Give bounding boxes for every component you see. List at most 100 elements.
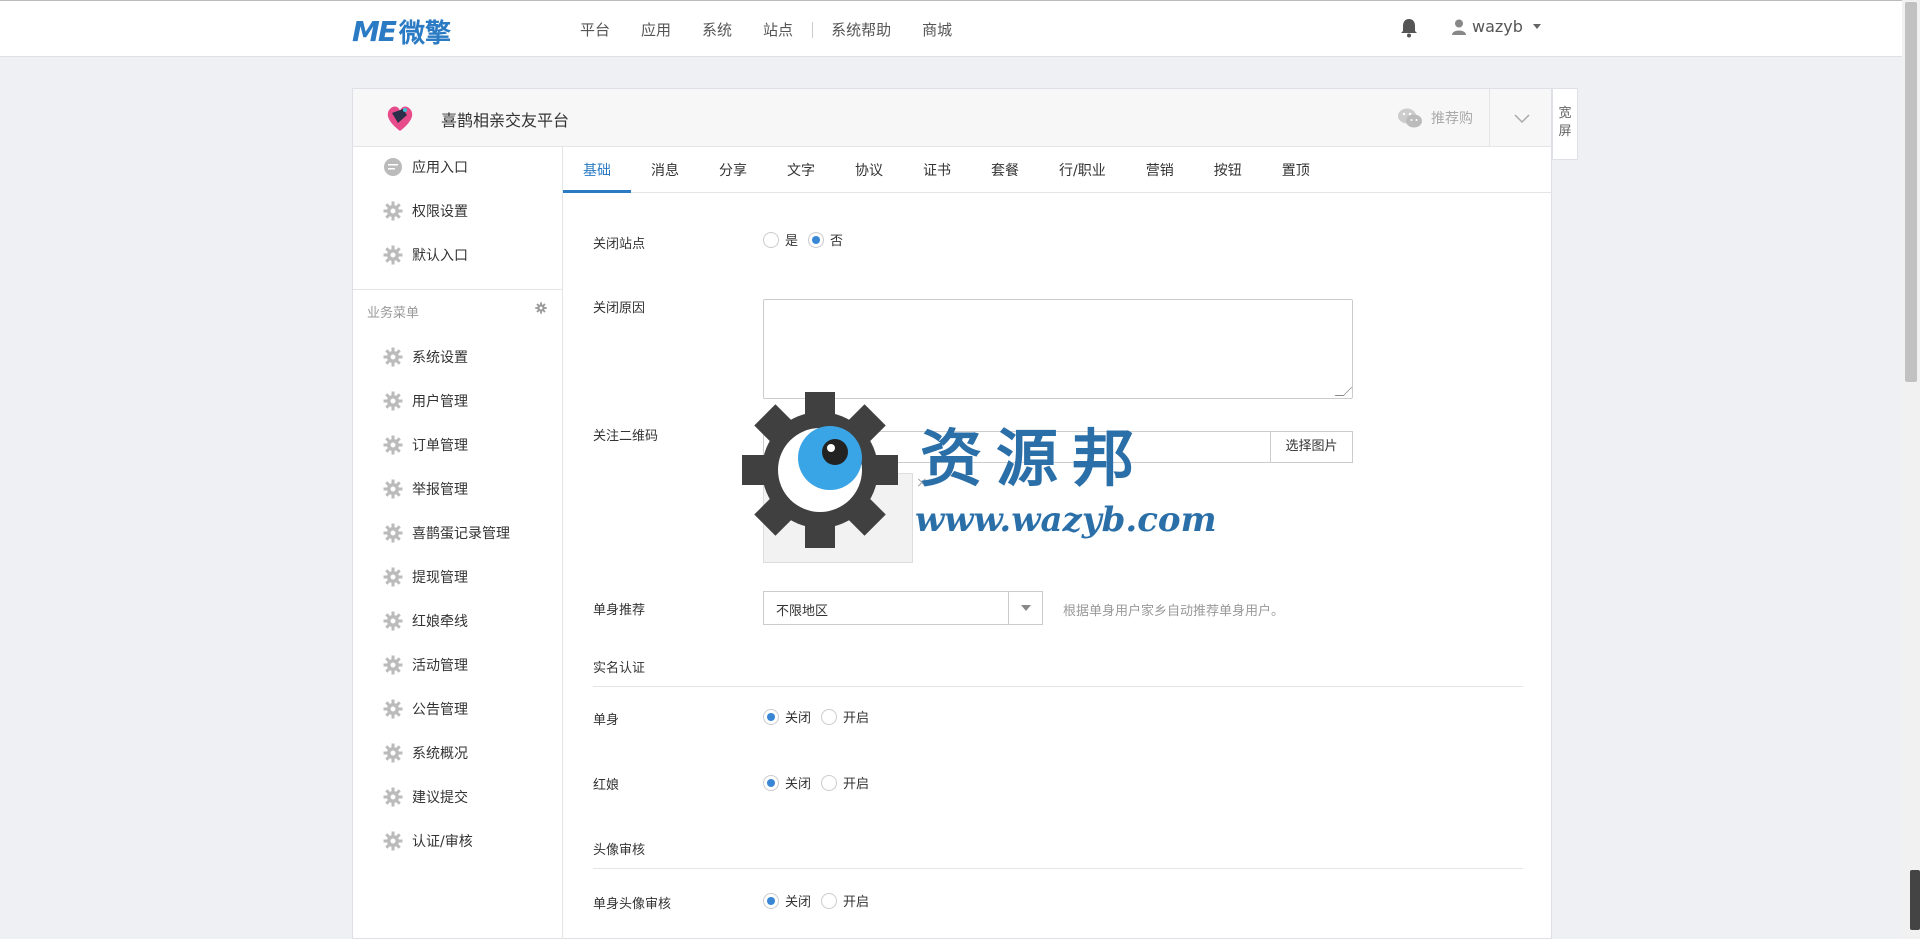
- sidebar-item-menu[interactable]: 公告管理: [383, 697, 468, 721]
- close-reason-textarea[interactable]: [763, 299, 1353, 399]
- sidebar-item-label: 系统概况: [412, 746, 468, 762]
- option-label: 是: [785, 234, 799, 249]
- sidebar-item-label: 建议提交: [412, 790, 468, 806]
- user-icon: [1452, 19, 1466, 35]
- single-avatar-radio-group: 关闭 开启: [763, 891, 879, 910]
- app-header: 喜鹊相亲交友平台 推荐购: [353, 89, 1551, 147]
- sidebar-item-label: 订单管理: [412, 438, 468, 454]
- option-label: 开启: [843, 777, 870, 792]
- settings-gear-icon[interactable]: [535, 302, 547, 314]
- nav-item-system[interactable]: 系统: [702, 19, 732, 40]
- nav-item-platform[interactable]: 平台: [580, 19, 610, 40]
- close-site-option-yes[interactable]: 是: [763, 230, 798, 249]
- single-option-on[interactable]: 开启: [821, 707, 869, 726]
- sidebar-item-default-entry[interactable]: 默认入口: [383, 243, 468, 267]
- gear-icon: [383, 611, 403, 631]
- sidebar-item-label: 认证/审核: [412, 834, 473, 850]
- sidebar-item-menu[interactable]: 提现管理: [383, 565, 468, 589]
- sidebar-item-menu[interactable]: 喜鹊蛋记录管理: [383, 521, 510, 545]
- tab-item[interactable]: 按钮: [1194, 147, 1262, 193]
- sidebar-item-label: 用户管理: [412, 394, 468, 410]
- tab-item[interactable]: 文字: [767, 147, 835, 193]
- close-site-option-no[interactable]: 否: [808, 230, 843, 249]
- tab-item[interactable]: 证书: [903, 147, 971, 193]
- sidebar-item-label: 系统设置: [412, 350, 468, 366]
- tab-item[interactable]: 套餐: [971, 147, 1039, 193]
- gear-icon: [383, 655, 403, 675]
- page-scrollbar[interactable]: [1902, 0, 1920, 939]
- sidebar-item-menu[interactable]: 红娘牵线: [383, 609, 468, 633]
- matchmaker-option-off[interactable]: 关闭: [763, 773, 811, 792]
- gear-icon: [383, 347, 403, 367]
- single-option-off[interactable]: 关闭: [763, 707, 811, 726]
- nav-item-apps[interactable]: 应用: [641, 19, 671, 40]
- nav-item-help[interactable]: 系统帮助: [831, 19, 891, 40]
- sidebar-item-label: 应用入口: [412, 160, 468, 176]
- recommend-button[interactable]: 推荐购: [1397, 107, 1473, 129]
- tab-item[interactable]: 置顶: [1262, 147, 1330, 193]
- sidebar-item-label: 喜鹊蛋记录管理: [412, 526, 510, 542]
- sidebar-item-label: 权限设置: [412, 204, 468, 220]
- main-nav: 平台 应用 系统 站点 系统帮助 商城: [580, 1, 983, 58]
- radio-off[interactable]: [763, 774, 779, 791]
- matchmaker-option-on[interactable]: 开启: [821, 773, 869, 792]
- sidebar-item-menu[interactable]: 系统设置: [383, 345, 468, 369]
- sidebar-item-menu[interactable]: 用户管理: [383, 389, 468, 413]
- sidebar-item-menu[interactable]: 建议提交: [383, 785, 468, 809]
- sidebar-item-menu[interactable]: 认证/审核: [383, 829, 473, 853]
- sidebar-item-permissions[interactable]: 权限设置: [383, 199, 468, 223]
- realname-section-title: 实名认证: [593, 657, 1523, 687]
- option-label: 开启: [843, 895, 870, 910]
- single-avatar-label: 单身头像审核: [593, 897, 672, 912]
- tab-item[interactable]: 营销: [1126, 147, 1194, 193]
- tab-item[interactable]: 消息: [631, 147, 699, 193]
- gear-icon: [383, 567, 403, 587]
- radio-on[interactable]: [821, 708, 838, 725]
- nav-item-store[interactable]: 商城: [922, 19, 952, 40]
- sidebar-item-menu[interactable]: 订单管理: [383, 433, 468, 457]
- chevron-down-icon[interactable]: [1513, 109, 1531, 127]
- tab-item[interactable]: 行/职业: [1039, 147, 1126, 193]
- gear-icon: [383, 201, 403, 221]
- gear-icon: [383, 787, 403, 807]
- matchmaker-radio-group: 关闭 开启: [763, 773, 879, 792]
- radio-no[interactable]: [808, 231, 825, 248]
- sidebar-item-menu[interactable]: 系统概况: [383, 741, 468, 765]
- radio-yes[interactable]: [763, 231, 779, 248]
- recommend-label: 推荐购: [1431, 111, 1473, 127]
- scrollbar-thumb[interactable]: [1905, 2, 1917, 382]
- close-site-label: 关闭站点: [593, 237, 646, 252]
- top-navbar: ME 微擎 平台 应用 系统 站点 系统帮助 商城 wazyb: [0, 0, 1902, 57]
- matchmaker-label: 红娘: [593, 778, 620, 793]
- wide-screen-button[interactable]: 宽屏: [1552, 88, 1578, 160]
- tab-item[interactable]: 分享: [699, 147, 767, 193]
- radio-on[interactable]: [821, 892, 838, 909]
- radio-on[interactable]: [821, 774, 838, 791]
- sidebar-item-menu[interactable]: 活动管理: [383, 653, 468, 677]
- sidebar-item-app-entry[interactable]: 应用入口: [383, 155, 468, 179]
- tab-item[interactable]: 基础: [563, 147, 631, 193]
- close-site-radio-group: 是 否: [763, 230, 853, 249]
- region-select-value: 不限地区: [776, 604, 829, 619]
- single-avatar-option-on[interactable]: 开启: [821, 891, 869, 910]
- bell-icon[interactable]: [1400, 18, 1418, 38]
- option-label: 关闭: [785, 895, 812, 910]
- nav-item-site[interactable]: 站点: [763, 19, 793, 40]
- single-recommend-hint: 根据单身用户家乡自动推荐单身用户。: [1063, 604, 1285, 619]
- tab-item[interactable]: 协议: [835, 147, 903, 193]
- qrcode-label: 关注二维码: [593, 429, 659, 444]
- region-select[interactable]: 不限地区: [763, 591, 1043, 625]
- chevron-down-icon[interactable]: [1008, 592, 1042, 624]
- select-image-button[interactable]: 选择图片: [1270, 432, 1352, 462]
- user-menu[interactable]: wazyb: [1452, 17, 1541, 36]
- single-avatar-option-off[interactable]: 关闭: [763, 891, 811, 910]
- option-label: 开启: [843, 711, 870, 726]
- single-recommend-label: 单身推荐: [593, 603, 646, 618]
- watermark-gear-icon: [742, 392, 898, 548]
- radio-off[interactable]: [763, 892, 779, 909]
- radio-off[interactable]: [763, 708, 779, 725]
- brand-logo[interactable]: ME 微擎: [352, 13, 451, 50]
- side-widget[interactable]: [1910, 870, 1920, 930]
- watermark-text: 资源邦: [920, 422, 1149, 495]
- sidebar-item-menu[interactable]: 举报管理: [383, 477, 468, 501]
